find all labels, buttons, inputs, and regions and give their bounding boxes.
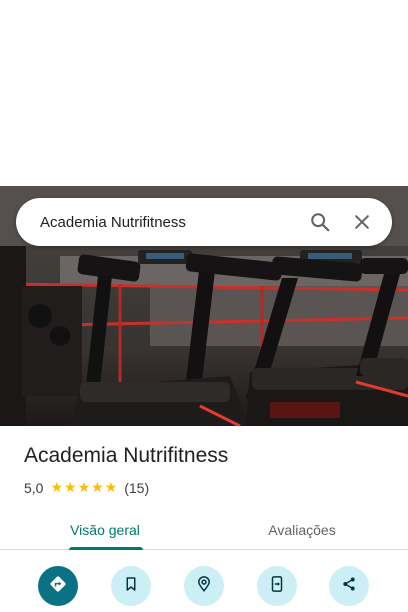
place-title: Academia Nutrifitness xyxy=(24,444,229,467)
search-icon[interactable] xyxy=(302,204,338,240)
tab-reviews[interactable]: Avaliações xyxy=(232,510,372,550)
bookmark-icon xyxy=(122,575,140,598)
search-query[interactable]: Academia Nutrifitness xyxy=(40,214,296,231)
tab-overview[interactable]: Visão geral xyxy=(34,510,176,550)
save-button[interactable] xyxy=(111,566,151,606)
directions-button[interactable] xyxy=(38,566,78,606)
directions-icon xyxy=(48,574,68,599)
tab-bar: Visão geral Avaliações xyxy=(0,510,408,550)
send-to-phone-button[interactable] xyxy=(257,566,297,606)
search-bar[interactable]: Academia Nutrifitness xyxy=(16,198,392,246)
action-bar xyxy=(0,564,408,608)
tab-indicator xyxy=(69,547,143,550)
nearby-icon xyxy=(195,575,213,598)
map-area[interactable] xyxy=(0,0,408,186)
nearby-button[interactable] xyxy=(184,566,224,606)
rating-row[interactable]: 5,0 ★★★★★ (15) xyxy=(24,479,149,496)
share-icon xyxy=(340,575,358,598)
share-button[interactable] xyxy=(329,566,369,606)
star-rating-icon: ★★★★★ xyxy=(50,479,119,495)
review-count: (15) xyxy=(124,479,150,496)
rating-value: 5,0 xyxy=(24,479,44,496)
close-icon[interactable] xyxy=(344,204,380,240)
send-to-phone-icon xyxy=(268,575,286,598)
